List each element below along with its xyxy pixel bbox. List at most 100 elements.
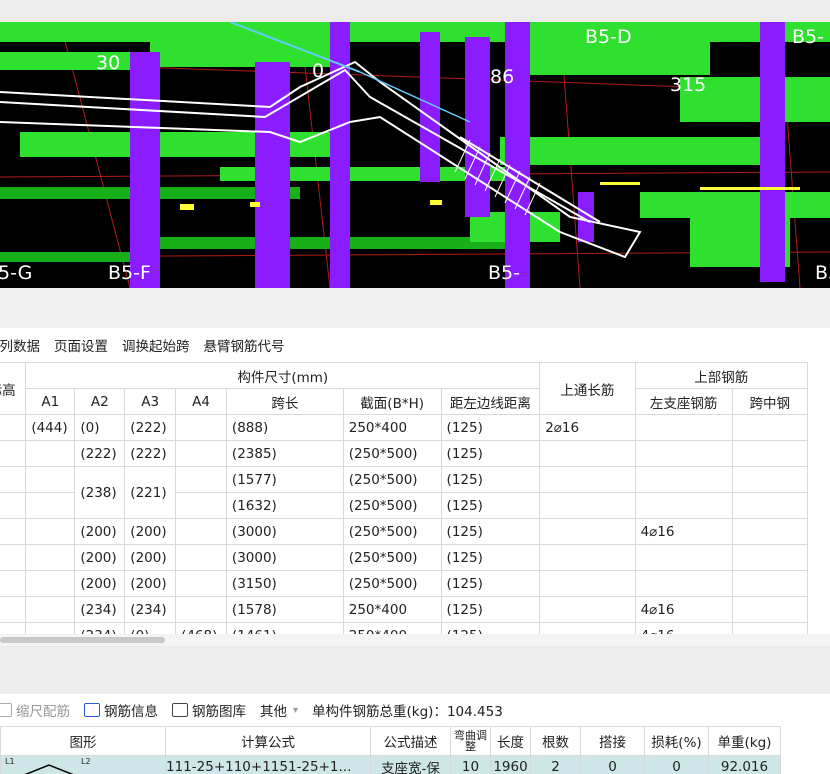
cell-through[interactable] [539,440,636,467]
cell-section[interactable]: (250*500) [342,518,442,545]
toolbar-item-cantilever-code[interactable]: 悬臂钢筋代号 [204,335,285,355]
cell-offset[interactable]: (125) [440,492,541,519]
cell-loss[interactable]: 0 [644,755,709,774]
table-row[interactable]: (444) (0) (222) (888) 250*400 (125) 2⌀16 [0,414,809,441]
cell-a2[interactable]: (238) [74,466,126,519]
cell-through[interactable] [539,596,636,623]
cell-span[interactable]: (3150) [225,570,344,597]
cell-section[interactable]: (250*500) [342,570,442,597]
cell-span[interactable]: (2385) [225,440,344,467]
cell-a2[interactable]: (200) [74,518,126,545]
cell-a3[interactable]: (234) [124,596,177,623]
cell-section[interactable]: 250*400 [342,414,442,441]
cell-a3[interactable]: (200) [124,570,177,597]
cell-span[interactable]: (3000) [225,544,344,571]
cell-span[interactable]: (1632) [225,492,344,519]
cell-a1[interactable] [25,440,76,467]
cell-a1[interactable] [25,596,76,623]
cell-length[interactable]: 1960 [490,755,531,774]
cell-unit-weight[interactable]: 92.016 [708,755,781,774]
cell-through[interactable] [539,544,636,571]
cell-a4[interactable] [175,466,227,493]
cell-offset[interactable]: (125) [440,466,541,493]
cell-span[interactable]: (1577) [225,466,344,493]
table-row[interactable]: (234) (0) (468) (1461) 250*400 (125) 4⌀1… [0,622,809,634]
cell-left-support[interactable] [634,466,733,493]
cell-offset[interactable]: (125) [440,414,541,441]
cell-a2[interactable]: (234) [74,596,126,623]
other-menu-button[interactable]: 其他 ▾ [260,700,298,720]
cell-a4[interactable] [175,544,227,571]
cell-a3[interactable]: (221) [124,466,177,519]
cell-a3[interactable]: (0) [124,622,177,634]
cell-left-support[interactable] [634,570,733,597]
table-row[interactable]: (200) (200) (3000) (250*500) (125) [0,544,809,571]
cell-formula[interactable]: 111-25+110+1151-25+1... [165,755,371,774]
cell-a3[interactable]: (222) [124,414,177,441]
cell-bend-adjust[interactable]: 10 [450,755,491,774]
table-row[interactable]: (222) (222) (2385) (250*500) (125) [0,440,809,467]
cell-a4[interactable] [175,440,227,467]
cell-left-support[interactable] [634,414,733,441]
cell-offset[interactable]: (125) [440,518,541,545]
cell-offset[interactable]: (125) [440,622,541,634]
cell-a2[interactable]: (0) [74,414,126,441]
cell-section[interactable]: (250*500) [342,492,442,519]
cell-a3[interactable]: (200) [124,518,177,545]
cell-description[interactable]: 支座宽-保 [370,755,451,774]
cell-lap[interactable]: 0 [580,755,645,774]
cell-span[interactable]: (888) [225,414,344,441]
cell-a1[interactable] [25,518,76,545]
cell-span[interactable]: (3000) [225,518,344,545]
cell-a1[interactable] [25,622,76,634]
cell-a2[interactable]: (234) [74,622,126,634]
cell-a2[interactable]: (222) [74,440,126,467]
cell-section[interactable]: 250*400 [342,622,442,634]
cell-through[interactable] [539,622,636,634]
cell-a4[interactable] [175,596,227,623]
horizontal-scrollbar[interactable] [0,634,830,646]
table-row[interactable]: (200) (200) (3150) (250*500) (125) [0,570,809,597]
cell-a4[interactable] [175,492,227,519]
table-row[interactable]: (200) (200) (3000) (250*500) (125) 4⌀16 [0,518,809,545]
cell-left-support[interactable]: 4⌀16 [634,518,733,545]
cell-a4[interactable] [175,570,227,597]
cell-a1[interactable] [25,466,76,493]
table-row[interactable]: L1 L2 111-25+110+1151-25+1... 支座宽-保 10 1… [0,755,781,774]
cell-a1[interactable] [25,544,76,571]
cell-a3[interactable]: (200) [124,544,177,571]
cell-section[interactable]: (250*500) [342,440,442,467]
3d-model-viewport[interactable]: B5-D B5- 5-G B5-F B5- B5 30 0 86 315 ﹀ [0,22,830,288]
cell-section[interactable]: (250*500) [342,544,442,571]
rebar-library-button[interactable]: 钢筋图库 [172,700,246,720]
cell-a2[interactable]: (200) [74,570,126,597]
toolbar-item-page-setup[interactable]: 页面设置 [54,335,108,355]
cell-through[interactable]: 2⌀16 [539,414,636,441]
cell-left-support[interactable] [634,440,733,467]
cell-span[interactable]: (1578) [225,596,344,623]
cell-left-support[interactable] [634,544,733,571]
cell-left-support[interactable]: 4⌀16 [634,596,733,623]
table-row[interactable]: (238) (221) (1577) (250*500) (125) [0,466,809,519]
cell-left-support[interactable] [634,492,733,519]
cell-a1[interactable] [25,492,76,519]
cell-a3[interactable]: (222) [124,440,177,467]
cell-through[interactable] [539,466,636,493]
cell-offset[interactable]: (125) [440,544,541,571]
toolbar-item-span-data[interactable]: 跨列数据 [0,335,40,355]
cell-a2[interactable]: (200) [74,544,126,571]
cell-a4[interactable] [175,518,227,545]
cell-offset[interactable]: (125) [440,440,541,467]
cell-through[interactable] [539,492,636,519]
scale-rebar-button[interactable]: 缩尺配筋 [0,700,70,720]
cell-through[interactable] [539,570,636,597]
cell-offset[interactable]: (125) [440,596,541,623]
cell-shape[interactable]: L1 L2 [0,755,166,774]
toolbar-item-swap-start-span[interactable]: 调换起始跨 [122,335,190,355]
table-row[interactable]: (234) (234) (1578) 250*400 (125) 4⌀16 [0,596,809,623]
cell-span[interactable]: (1461) [225,622,344,634]
cell-count[interactable]: 2 [530,755,581,774]
cell-a4[interactable]: (468) [175,622,227,634]
cell-section[interactable]: 250*400 [342,596,442,623]
rebar-info-button[interactable]: 钢筋信息 [84,700,158,720]
